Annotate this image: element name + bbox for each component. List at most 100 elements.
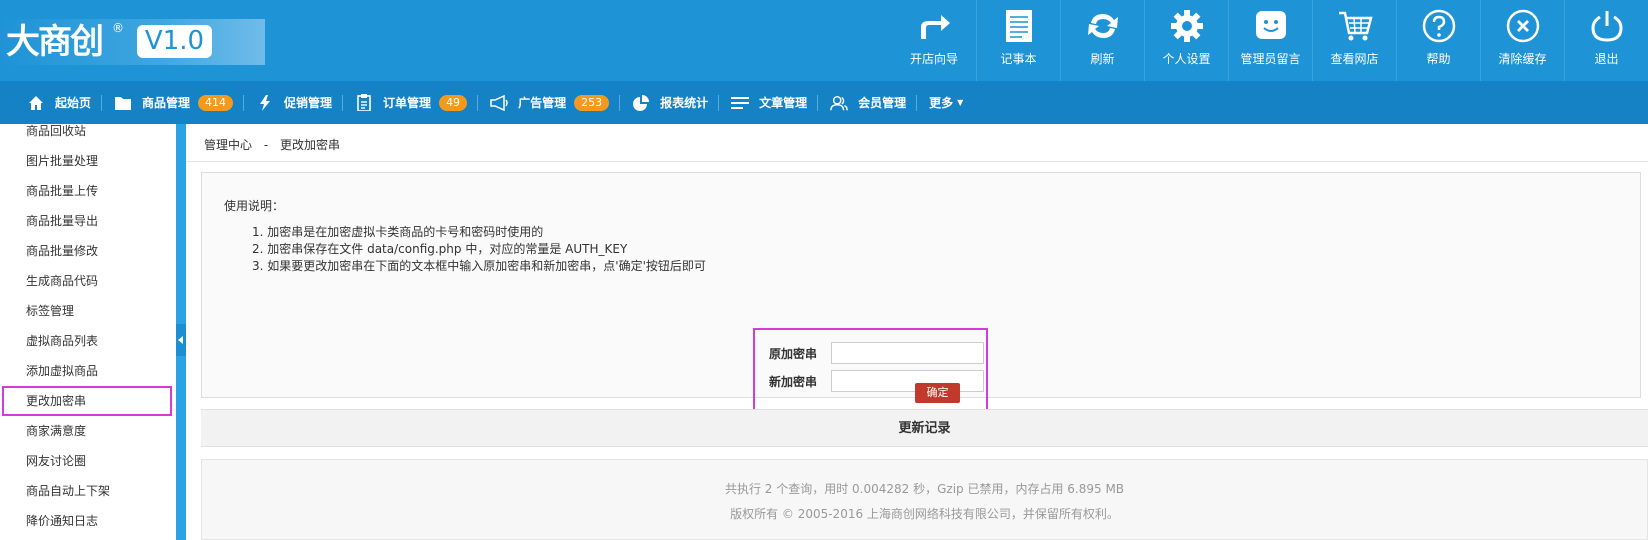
- usage-title: 使用说明：: [224, 199, 285, 213]
- topnav-label: 查看网店: [1330, 52, 1379, 66]
- nav-divider: [101, 94, 103, 111]
- pie-chart-icon: [632, 94, 650, 112]
- nav-label: 报表统计: [660, 96, 709, 110]
- nav-label: 起始页: [55, 96, 92, 110]
- old-key-row: 原加密串: [769, 342, 984, 364]
- chevron-left-icon: [178, 336, 183, 344]
- breadcrumb: 管理中心 - 更改加密串: [204, 136, 340, 153]
- megaphone-icon: [490, 94, 508, 112]
- top-toolbar: 开店向导 记事本 刷新 个人设置 管理员留言 查看网店 帮助 清除缓存 退出: [892, 0, 1648, 81]
- nav-members[interactable]: 会员管理: [830, 81, 916, 124]
- main-content: 管理中心 - 更改加密串 使用说明： 1. 加密串是在加密虚拟卡类商品的卡号和密…: [186, 124, 1648, 540]
- sidebar-item-gen-code[interactable]: 生成商品代码: [0, 266, 174, 296]
- topnav-label: 开店向导: [909, 52, 958, 66]
- sidebar-item-image-batch[interactable]: 图片批量处理: [0, 146, 174, 176]
- users-icon: [830, 94, 848, 112]
- old-key-input[interactable]: [831, 342, 984, 364]
- folder-icon: [114, 94, 132, 112]
- topnav-notepad[interactable]: 记事本: [976, 0, 1060, 81]
- sidebar-item-price-notice[interactable]: 降价通知日志: [0, 506, 174, 536]
- nav-orders[interactable]: 订单管理 49: [355, 81, 477, 124]
- sidebar-item-batch-edit[interactable]: 商品批量修改: [0, 236, 174, 266]
- message-icon: [1253, 8, 1289, 44]
- topnav-label: 管理员留言: [1240, 52, 1301, 66]
- sidebar-item-auto-shelf[interactable]: 商品自动上下架: [0, 476, 174, 506]
- usage-list: 1. 加密串是在加密虚拟卡类商品的卡号和密码时使用的 2. 加密串保存在文件 d…: [252, 224, 706, 275]
- nav-ads[interactable]: 广告管理 253: [490, 81, 619, 124]
- breadcrumb-root[interactable]: 管理中心: [204, 138, 252, 152]
- logo-version-badge: V1.0: [137, 25, 212, 58]
- breadcrumb-current: 更改加密串: [280, 138, 341, 152]
- usage-item: 3. 如果要更改加密串在下面的文本框中输入原加密串和新加密串，点'确定'按钮后即…: [252, 259, 706, 273]
- clear-icon: [1505, 8, 1541, 44]
- confirm-button[interactable]: 确定: [915, 383, 960, 403]
- new-key-label: 新加密串: [769, 374, 818, 389]
- topnav-shop-guide[interactable]: 开店向导: [892, 0, 976, 81]
- new-key-input[interactable]: [831, 370, 984, 392]
- main-nav: 起始页 商品管理 414 促销管理 订单管理 49 广告管理 253 报表统计 …: [0, 81, 1648, 124]
- sidebar-item-change-key[interactable]: 更改加密串: [2, 386, 172, 416]
- refresh-icon: [1085, 8, 1121, 44]
- help-icon: [1421, 8, 1457, 44]
- sidebar-item-discussion[interactable]: 网友讨论圈: [0, 446, 174, 476]
- logo-registered: ®: [112, 21, 124, 35]
- top-header: 大商创 ® V1.0 开店向导 记事本 刷新 个人设置 管理员留言 查看网店 帮…: [0, 0, 1648, 81]
- sidebar-item-recycle[interactable]: 商品回收站: [0, 116, 174, 146]
- list-icon: [731, 94, 750, 112]
- topnav-label: 刷新: [1090, 52, 1115, 66]
- logo[interactable]: 大商创 ® V1.0: [0, 19, 265, 65]
- nav-promotion[interactable]: 促销管理: [256, 81, 342, 124]
- home-icon: [27, 94, 45, 112]
- topnav-settings[interactable]: 个人设置: [1144, 0, 1228, 81]
- footer: 共执行 2 个查询，用时 0.004282 秒，Gzip 已禁用，内存占用 6.…: [201, 459, 1648, 540]
- topnav-label: 退出: [1594, 52, 1619, 66]
- nav-articles[interactable]: 文章管理: [731, 81, 817, 124]
- topnav-admin-message[interactable]: 管理员留言: [1228, 0, 1312, 81]
- notepad-icon: [1001, 8, 1037, 44]
- nav-divider: [342, 94, 344, 111]
- nav-label: 更多: [929, 96, 954, 110]
- sidebar-item-satisfaction[interactable]: 商家满意度: [0, 416, 174, 446]
- nav-divider: [916, 94, 918, 111]
- usage-item: 1. 加密串是在加密虚拟卡类商品的卡号和密码时使用的: [252, 225, 544, 239]
- topnav-clear-cache[interactable]: 清除缓存: [1480, 0, 1564, 81]
- nav-reports[interactable]: 报表统计: [632, 81, 718, 124]
- topnav-refresh[interactable]: 刷新: [1060, 0, 1144, 81]
- topnav-label: 记事本: [1000, 52, 1037, 66]
- sidebar-collapse-bar[interactable]: [176, 124, 186, 540]
- sidebar-item-tags[interactable]: 标签管理: [0, 296, 174, 326]
- count-badge: 414: [198, 94, 234, 111]
- count-badge: 253: [574, 94, 610, 111]
- nav-label: 会员管理: [858, 96, 907, 110]
- logo-brand: 大商创: [6, 22, 104, 62]
- sidebar-item-virtual-list[interactable]: 虚拟商品列表: [0, 326, 174, 356]
- topnav-help[interactable]: 帮助: [1396, 0, 1480, 81]
- nav-divider: [477, 94, 479, 111]
- count-badge: 49: [439, 94, 468, 111]
- sidebar-item-add-virtual[interactable]: 添加虚拟商品: [0, 356, 174, 386]
- footer-stats: 共执行 2 个查询，用时 0.004282 秒，Gzip 已禁用，内存占用 6.…: [724, 482, 1125, 496]
- topnav-view-shop[interactable]: 查看网店: [1312, 0, 1396, 81]
- topnav-label: 个人设置: [1162, 52, 1211, 66]
- nav-divider: [718, 94, 720, 111]
- power-icon: [1589, 8, 1625, 44]
- changelog-bar[interactable]: 更新记录: [201, 409, 1648, 447]
- sidebar-list: 商品回收站 图片批量处理 商品批量上传 商品批量导出 商品批量修改 生成商品代码…: [0, 116, 174, 536]
- usage-item: 2. 加密串保存在文件 data/config.php 中，对应的常量是 AUT…: [252, 242, 628, 256]
- breadcrumb-separator: -: [263, 138, 269, 152]
- nav-divider: [817, 94, 819, 111]
- nav-label: 促销管理: [284, 96, 333, 110]
- topnav-label: 帮助: [1426, 52, 1451, 66]
- nav-divider: [619, 94, 621, 111]
- sidebar-item-batch-export[interactable]: 商品批量导出: [0, 206, 174, 236]
- topnav-label: 清除缓存: [1498, 52, 1547, 66]
- nav-label: 商品管理: [142, 96, 191, 110]
- nav-more[interactable]: 更多 ▼: [929, 81, 973, 124]
- nav-label: 文章管理: [759, 96, 808, 110]
- nav-label: 广告管理: [518, 96, 567, 110]
- bolt-icon: [256, 94, 274, 112]
- cart-icon: [1337, 8, 1373, 44]
- change-key-panel: 使用说明： 1. 加密串是在加密虚拟卡类商品的卡号和密码时使用的 2. 加密串保…: [201, 172, 1641, 413]
- topnav-logout[interactable]: 退出: [1564, 0, 1648, 81]
- sidebar-item-batch-upload[interactable]: 商品批量上传: [0, 176, 174, 206]
